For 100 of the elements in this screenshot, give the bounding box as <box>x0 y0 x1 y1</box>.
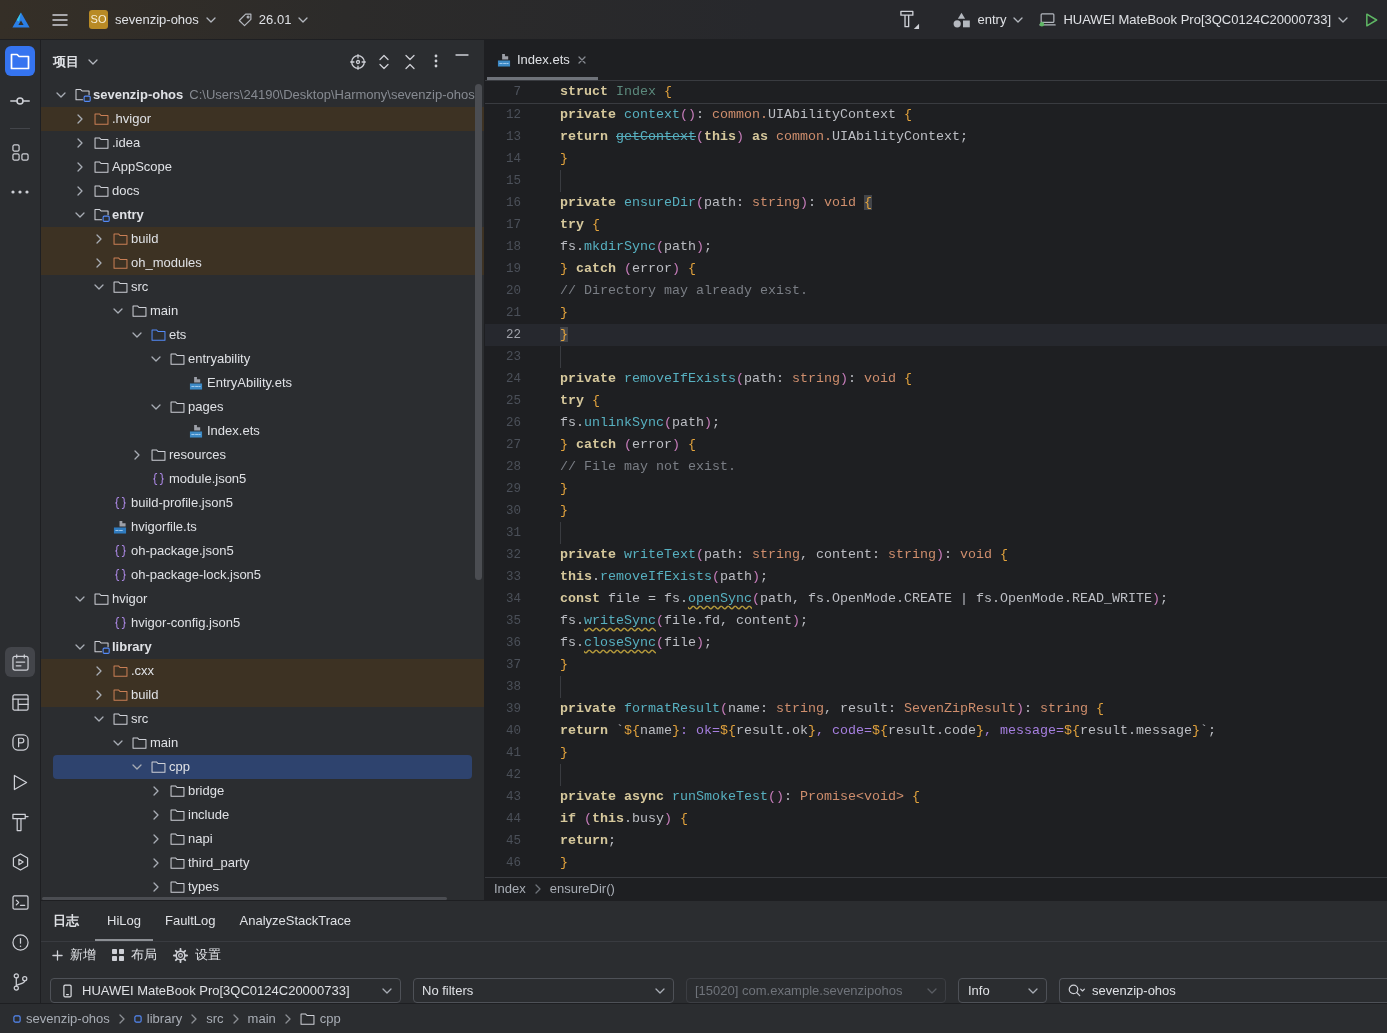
tree-item[interactable]: Index.ets <box>41 419 484 443</box>
tree-item[interactable]: bridge <box>41 779 484 803</box>
chevron-icon[interactable] <box>56 92 66 98</box>
tree-item[interactable]: docs <box>41 179 484 203</box>
breadcrumb-item[interactable]: Index <box>494 881 526 897</box>
tree-item[interactable]: src <box>41 275 484 299</box>
chevron-icon[interactable] <box>94 716 104 722</box>
breadcrumb-item[interactable]: ensureDir() <box>549 881 615 897</box>
chevron-icon[interactable] <box>77 186 83 196</box>
tree-item[interactable]: hvigor-config.json5 <box>41 611 484 635</box>
tree-item[interactable]: src <box>41 707 484 731</box>
tool-window-button[interactable] <box>5 647 35 677</box>
view-selector[interactable]: 项目 <box>49 49 102 74</box>
breadcrumb-item[interactable]: library <box>133 1010 183 1027</box>
vertical-scrollbar[interactable] <box>475 84 482 580</box>
tree-item[interactable]: build <box>41 683 484 707</box>
tool-window-button[interactable] <box>5 46 35 76</box>
tree-item[interactable]: entryability <box>41 347 484 371</box>
project-selector[interactable]: SO sevenzip-ohos <box>85 6 221 33</box>
tree-item[interactable]: build-profile.json5 <box>41 491 484 515</box>
collapse-icon[interactable] <box>405 53 415 70</box>
search-input[interactable]: sevenzip-ohos <box>1092 982 1292 999</box>
chevron-icon[interactable] <box>77 114 83 124</box>
tree-item[interactable]: resources <box>41 443 484 467</box>
folder-icon <box>113 281 128 293</box>
log-tab[interactable]: FaultLog <box>152 901 228 941</box>
chevron-icon[interactable] <box>75 644 85 650</box>
tree-item[interactable]: library <box>41 635 484 659</box>
tree-item[interactable]: build <box>41 227 484 251</box>
more-icon[interactable] <box>434 53 438 68</box>
menu-icon[interactable] <box>52 13 68 26</box>
chevron-icon[interactable] <box>153 882 159 892</box>
horizontal-scrollbar[interactable] <box>42 897 447 900</box>
chevron-icon[interactable] <box>132 764 142 770</box>
locate-icon[interactable] <box>350 53 366 70</box>
toolbar-button[interactable]: 布局 <box>111 947 158 963</box>
tree-item[interactable]: EntryAbility.ets <box>41 371 484 395</box>
filter-dropdown[interactable]: Info <box>958 978 1047 1003</box>
editor-tab[interactable]: Index.ets <box>487 40 598 80</box>
device-dropdown[interactable]: HUAWEI MateBook Pro[3QC0124C20000733] <box>50 978 401 1003</box>
tree-item[interactable]: main <box>41 299 484 323</box>
tree-item[interactable]: module.json5 <box>41 467 484 491</box>
chevron-icon[interactable] <box>94 284 104 290</box>
notepad-icon <box>11 653 29 671</box>
breadcrumb-item[interactable]: sevenzip-ohos <box>13 1010 110 1027</box>
chevron-icon[interactable] <box>153 786 159 796</box>
tree-item[interactable]: ets <box>41 323 484 347</box>
breadcrumb-item[interactable]: main <box>247 1010 276 1027</box>
chevron-icon[interactable] <box>153 810 159 820</box>
tree-item[interactable]: oh_modules <box>41 251 484 275</box>
chevron-icon[interactable] <box>96 234 102 244</box>
chevron-icon[interactable] <box>113 740 123 746</box>
filter-dropdown[interactable]: No filters <box>413 978 674 1003</box>
tree-item[interactable]: .idea <box>41 131 484 155</box>
chevron-icon[interactable] <box>96 666 102 676</box>
run-icon[interactable] <box>1365 12 1378 27</box>
chevron-icon[interactable] <box>75 596 85 602</box>
device-selector[interactable]: HUAWEI MateBook Pro[3QC0124C20000733] <box>1034 7 1353 32</box>
chevron-icon[interactable] <box>132 332 142 338</box>
tree-item[interactable]: napi <box>41 827 484 851</box>
chevron-icon[interactable] <box>77 162 83 172</box>
chevron-icon[interactable] <box>151 356 161 362</box>
tree-item[interactable]: AppScope <box>41 155 484 179</box>
toolbar-button[interactable]: 新增 <box>51 947 97 963</box>
module-selector[interactable]: entry <box>948 7 1029 32</box>
expand-icon[interactable] <box>379 53 389 70</box>
close-icon[interactable] <box>577 56 586 64</box>
log-tab[interactable]: AnalyzeStackTrace <box>227 901 364 941</box>
tree-item[interactable]: entry <box>41 203 484 227</box>
tree-item[interactable]: include <box>41 803 484 827</box>
version-selector[interactable]: 26.01 <box>232 7 314 32</box>
chevron-icon[interactable] <box>77 138 83 148</box>
minimize-icon[interactable] <box>455 53 469 56</box>
folder-icon <box>10 52 30 70</box>
tree-item[interactable]: cpp <box>53 755 472 779</box>
tree-item[interactable]: types <box>41 875 484 899</box>
log-tab[interactable]: HiLog <box>95 901 153 941</box>
chevron-icon[interactable] <box>134 450 140 460</box>
tree-item[interactable]: sevenzip-ohos C:\Users\24190\Desktop\Harmony\sevenzip-ohos <box>41 83 484 107</box>
tree-item[interactable]: oh-package-lock.json5 <box>41 563 484 587</box>
hammer-icon[interactable] <box>899 9 921 30</box>
chevron-icon[interactable] <box>75 212 85 218</box>
tree-item[interactable]: third_party <box>41 851 484 875</box>
breadcrumb-item[interactable]: src <box>206 1010 224 1027</box>
chevron-icon[interactable] <box>96 690 102 700</box>
search-field[interactable]: sevenzip-ohos <box>1059 978 1387 1003</box>
chevron-icon[interactable] <box>151 404 161 410</box>
breadcrumb-item[interactable]: cpp <box>299 1010 341 1027</box>
chevron-icon[interactable] <box>153 834 159 844</box>
tree-item[interactable]: pages <box>41 395 484 419</box>
toolbar-button[interactable]: 设置 <box>172 947 222 963</box>
tree-item[interactable]: hvigorfile.ts <box>41 515 484 539</box>
tree-item[interactable]: .cxx <box>41 659 484 683</box>
tree-item[interactable]: main <box>41 731 484 755</box>
chevron-icon[interactable] <box>153 858 159 868</box>
tree-item[interactable]: .hvigor <box>41 107 484 131</box>
tree-item[interactable]: oh-package.json5 <box>41 539 484 563</box>
chevron-icon[interactable] <box>96 258 102 268</box>
chevron-icon[interactable] <box>113 308 123 314</box>
tree-item[interactable]: hvigor <box>41 587 484 611</box>
